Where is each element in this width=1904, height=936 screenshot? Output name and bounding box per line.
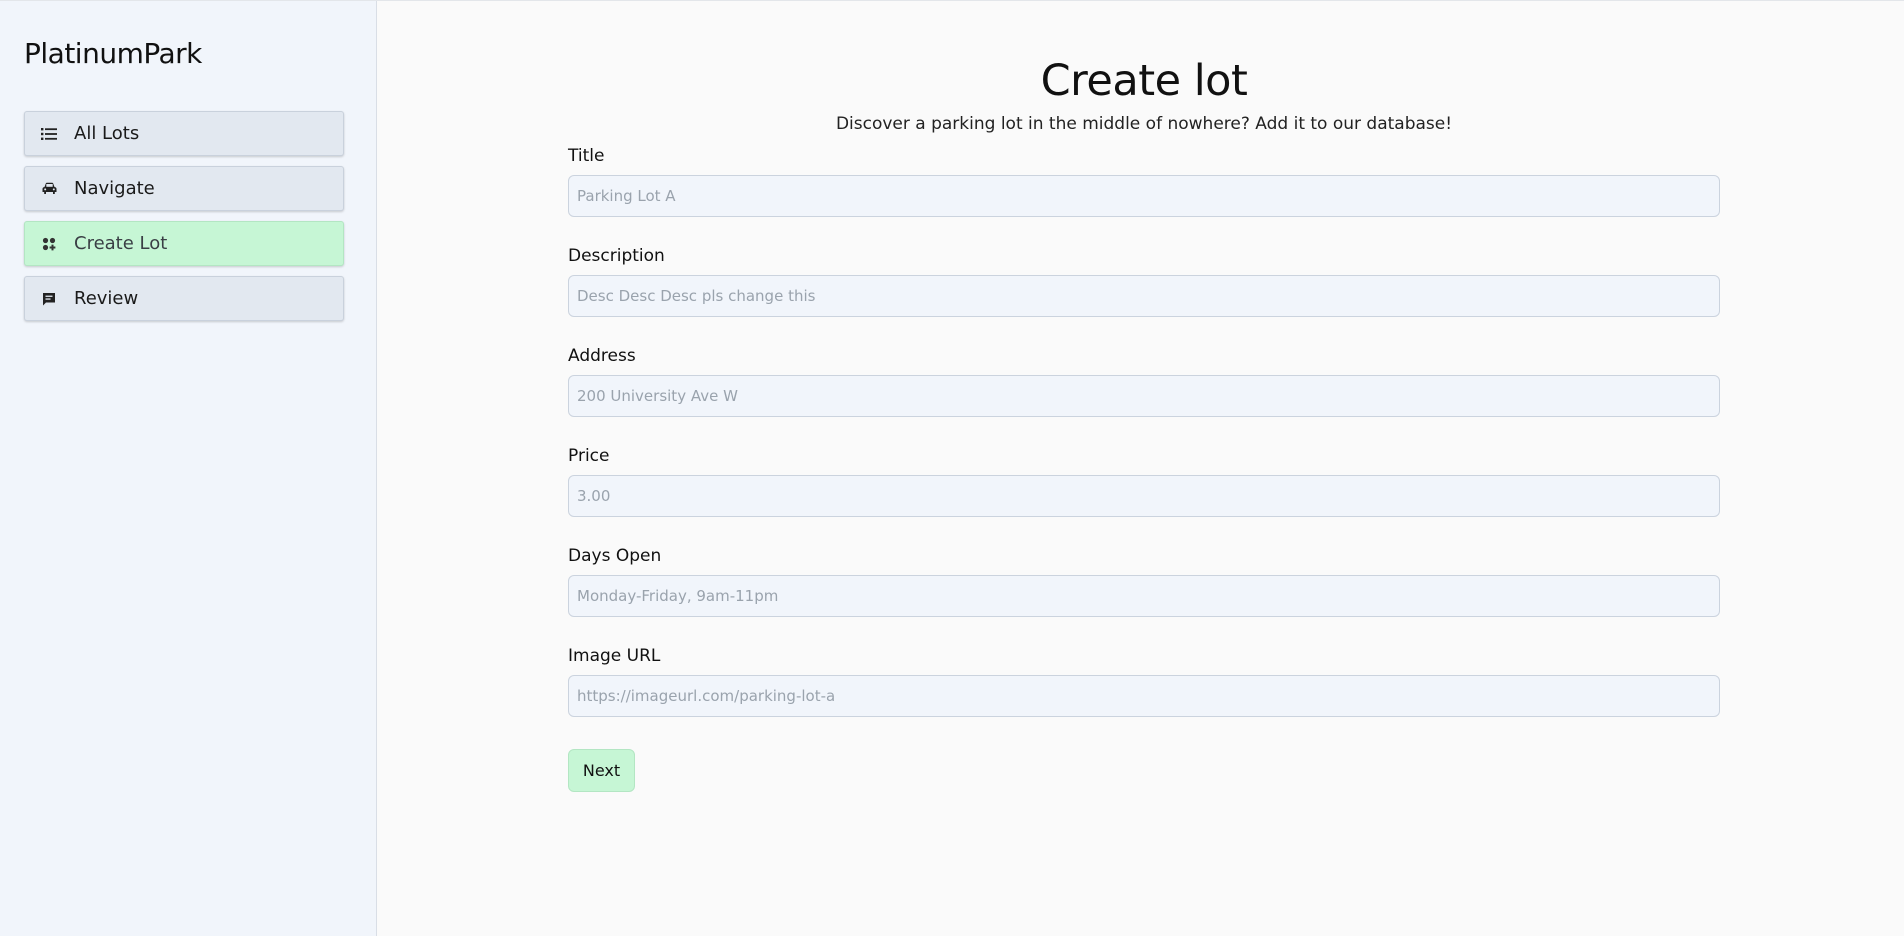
field-label: Image URL: [568, 646, 661, 666]
sidebar-item-label: Navigate: [74, 178, 155, 199]
sidebar-item-label: Create Lot: [74, 233, 168, 254]
title-input[interactable]: [568, 175, 1720, 217]
sidebar-item-all-lots[interactable]: All Lots: [24, 111, 344, 156]
main-content: Create lot Discover a parking lot in the…: [377, 1, 1904, 936]
address-input[interactable]: [568, 375, 1720, 417]
field-description: Description: [568, 245, 1720, 317]
field-days-open: Days Open: [568, 545, 1720, 617]
app-root: PlatinumPark All Lots Navigate Create Lo…: [0, 0, 1904, 936]
price-input[interactable]: [568, 475, 1720, 517]
create-lot-form: Create lot Discover a parking lot in the…: [568, 1, 1720, 792]
sidebar-item-label: Review: [74, 288, 139, 309]
field-label: Days Open: [568, 546, 662, 566]
description-input[interactable]: [568, 275, 1720, 317]
field-title: Title: [568, 145, 1720, 217]
image-url-input[interactable]: [568, 675, 1720, 717]
field-label: Description: [568, 246, 665, 266]
sidebar: PlatinumPark All Lots Navigate Create Lo…: [0, 1, 377, 936]
message-icon: [41, 291, 57, 307]
grid-icon: [41, 236, 57, 252]
field-label: Address: [568, 346, 636, 366]
sidebar-item-review[interactable]: Review: [24, 276, 344, 321]
field-price: Price: [568, 445, 1720, 517]
field-image-url: Image URL: [568, 645, 1720, 717]
field-address: Address: [568, 345, 1720, 417]
sidebar-item-create-lot[interactable]: Create Lot: [24, 221, 344, 266]
car-icon: [41, 181, 57, 197]
page-title: Create lot: [1040, 56, 1248, 106]
field-label: Price: [568, 446, 610, 466]
days-open-input[interactable]: [568, 575, 1720, 617]
form-fields: Title Description Address Price Days Ope…: [568, 145, 1720, 717]
sidebar-item-navigate[interactable]: Navigate: [24, 166, 344, 211]
list-icon: [41, 126, 57, 142]
page-subtitle: Discover a parking lot in the middle of …: [835, 114, 1453, 134]
brand-logo-text: PlatinumPark: [24, 37, 202, 70]
sidebar-item-label: All Lots: [74, 123, 140, 144]
next-button[interactable]: Next: [568, 749, 635, 792]
field-label: Title: [568, 146, 605, 166]
